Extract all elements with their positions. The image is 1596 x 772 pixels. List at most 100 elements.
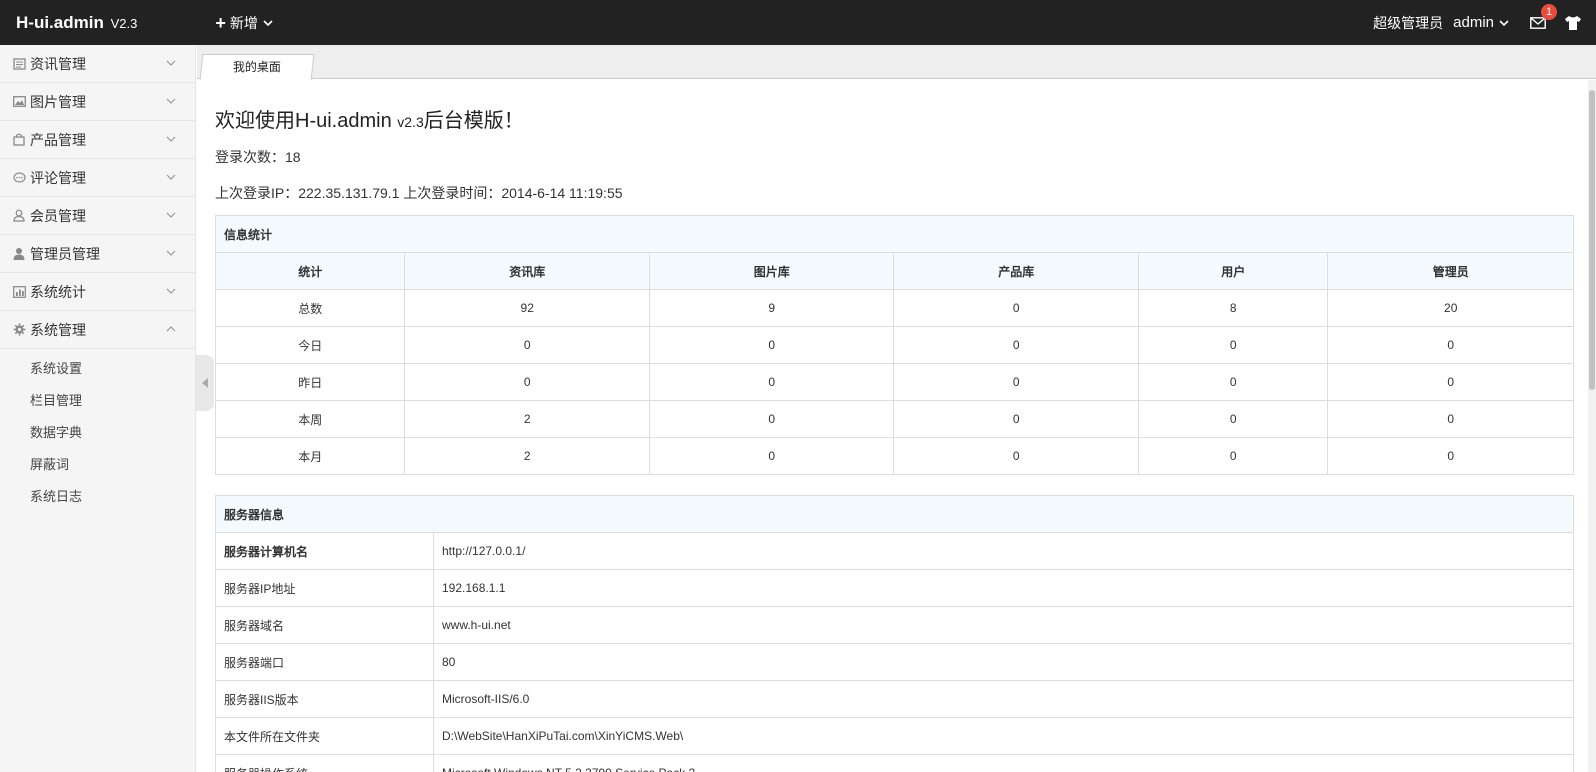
welcome-version: v2.3: [397, 114, 424, 130]
sidebar-item-label: 管理员管理: [30, 245, 100, 262]
chevron-down-icon: [166, 174, 176, 180]
comment-icon: [12, 171, 26, 185]
table-cell: 0: [1327, 363, 1574, 401]
sidebar-item-news[interactable]: 资讯管理: [0, 45, 195, 83]
table-row: 昨日 0 0 0 0 0: [214, 363, 1574, 401]
table-cell: 0: [1327, 400, 1574, 438]
last-login-ip-value: 222.35.131.79.1: [298, 185, 400, 201]
stats-icon: [12, 285, 26, 299]
last-login-line: 上次登录IP：222.35.131.79.1 上次登录时间：2014-6-14 …: [215, 183, 1596, 203]
chevron-down-icon: [166, 60, 176, 66]
table-header: 资讯库: [404, 252, 650, 290]
table-cell-key: 服务器IP地址: [215, 569, 434, 607]
table-header: 图片库: [648, 252, 895, 290]
table-row: 总数 92 9 0 8 20: [214, 289, 1574, 327]
table-cell: 0: [893, 326, 1139, 364]
table-cell: 0: [893, 363, 1139, 401]
chevron-down-icon: [166, 136, 176, 142]
table-header: 统计: [214, 252, 406, 290]
table-cell-key: 服务器域名: [215, 606, 434, 644]
table-cell: 2: [404, 437, 650, 475]
table-cell: 92: [404, 289, 650, 327]
sidebar-item-admins[interactable]: 管理员管理: [0, 235, 195, 273]
submenu-blocked-words[interactable]: 屏蔽词: [0, 449, 195, 481]
table-cell-value: Microsoft Windows NT 5.2.3790 Service Pa…: [433, 754, 1574, 772]
sidebar-item-label: 系统管理: [30, 321, 86, 338]
table-cell: 本月: [214, 437, 406, 475]
table-header: 管理员: [1327, 252, 1574, 290]
table-cell: 昨日: [214, 363, 406, 401]
welcome-title: 欢迎使用H-ui.admin v2.3后台模版！: [215, 104, 1596, 133]
table-cell: 0: [648, 437, 895, 475]
news-icon: [12, 57, 26, 71]
table-cell-value: 80: [433, 643, 1574, 681]
add-new-menu[interactable]: + 新增: [215, 13, 274, 33]
table-cell: 20: [1327, 289, 1574, 327]
sidebar-item-system[interactable]: 系统管理: [0, 311, 195, 349]
table-row: 服务器IP地址 192.168.1.1: [215, 569, 1574, 607]
chevron-down-icon: [166, 288, 176, 294]
content-scrollbar[interactable]: [1588, 80, 1596, 772]
sidebar-item-label: 产品管理: [30, 131, 86, 148]
sidebar-item-label: 资讯管理: [30, 55, 86, 72]
user-role: 超级管理员: [1373, 14, 1444, 31]
table-cell-key: 服务器操作系统: [215, 754, 434, 772]
last-login-ip-label: 上次登录IP：: [215, 185, 299, 201]
table-cell-value: www.h-ui.net: [433, 606, 1574, 644]
submenu-system-log[interactable]: 系统日志: [0, 481, 195, 513]
sidebar-item-label: 会员管理: [30, 207, 86, 224]
username: admin: [1453, 14, 1494, 31]
table-cell: 8: [1137, 289, 1329, 327]
tab-my-desktop[interactable]: 我的桌面: [199, 54, 315, 80]
table-cell: 0: [893, 289, 1139, 327]
sidebar-item-label: 评论管理: [30, 169, 86, 186]
sidebar-item-label: 图片管理: [30, 93, 86, 110]
table-header: 用户: [1137, 252, 1329, 290]
table-row: 服务器域名 www.h-ui.net: [215, 606, 1574, 644]
login-count-line: 登录次数：18: [215, 147, 1596, 167]
system-submenu: 系统设置 栏目管理 数据字典 屏蔽词 系统日志: [0, 349, 195, 513]
sidebar-item-pictures[interactable]: 图片管理: [0, 83, 195, 121]
submenu-system-settings[interactable]: 系统设置: [0, 353, 195, 385]
logo-version: V2.3: [110, 15, 138, 31]
tab-bar: 我的桌面: [197, 45, 1596, 80]
chevron-down-icon: [166, 98, 176, 104]
submenu-column-management[interactable]: 栏目管理: [0, 385, 195, 417]
message-button[interactable]: 1: [1528, 3, 1557, 33]
table-cell: 总数: [214, 289, 406, 327]
table-cell: 0: [404, 363, 650, 401]
sidebar-item-statistics[interactable]: 系统统计: [0, 273, 195, 311]
table-cell-key: 服务器IIS版本: [215, 680, 434, 718]
last-login-time-value: 2014-6-14 11:19:55: [501, 185, 623, 201]
chevron-down-icon: [166, 212, 176, 218]
table-cell-key: 本文件所在文件夹: [215, 717, 434, 755]
table-header: 产品库: [893, 252, 1139, 290]
table-cell-value: http://127.0.0.1/: [433, 532, 1574, 570]
table-cell-value: Microsoft-IIS/6.0: [433, 680, 1574, 718]
bag-icon: [12, 133, 26, 147]
sidebar-item-products[interactable]: 产品管理: [0, 121, 195, 159]
table-row: 本周 2 0 0 0 0: [214, 400, 1574, 438]
table-cell-key: 服务器计算机名: [215, 532, 434, 570]
table-row: 服务器IIS版本 Microsoft-IIS/6.0: [215, 680, 1574, 718]
tshirt-icon: [1565, 15, 1581, 30]
sidebar-item-comments[interactable]: 评论管理: [0, 159, 195, 197]
sidebar-item-members[interactable]: 会员管理: [0, 197, 195, 235]
table-row: 本月 2 0 0 0 0: [214, 437, 1574, 475]
table-cell: 0: [648, 400, 895, 438]
table-row: 服务器端口 80: [215, 643, 1574, 681]
table-cell: 2: [404, 400, 650, 438]
table-cell: 0: [1137, 437, 1329, 475]
table-cell: 0: [1137, 326, 1329, 364]
chevron-up-icon: [166, 326, 176, 332]
chevron-down-icon: [1499, 19, 1509, 26]
scrollbar-thumb[interactable]: [1589, 90, 1595, 390]
submenu-data-dictionary[interactable]: 数据字典: [0, 417, 195, 449]
user-menu[interactable]: admin: [1453, 14, 1510, 31]
skin-switch-button[interactable]: [1562, 13, 1584, 33]
logo-text: H-ui.admin: [16, 12, 104, 32]
table-row: 今日 0 0 0 0 0: [214, 326, 1574, 364]
logo[interactable]: H-ui.admin V2.3: [16, 13, 137, 33]
welcome-text: 欢迎使用H-ui.admin: [215, 110, 398, 132]
tab-label: 我的桌面: [232, 60, 281, 74]
